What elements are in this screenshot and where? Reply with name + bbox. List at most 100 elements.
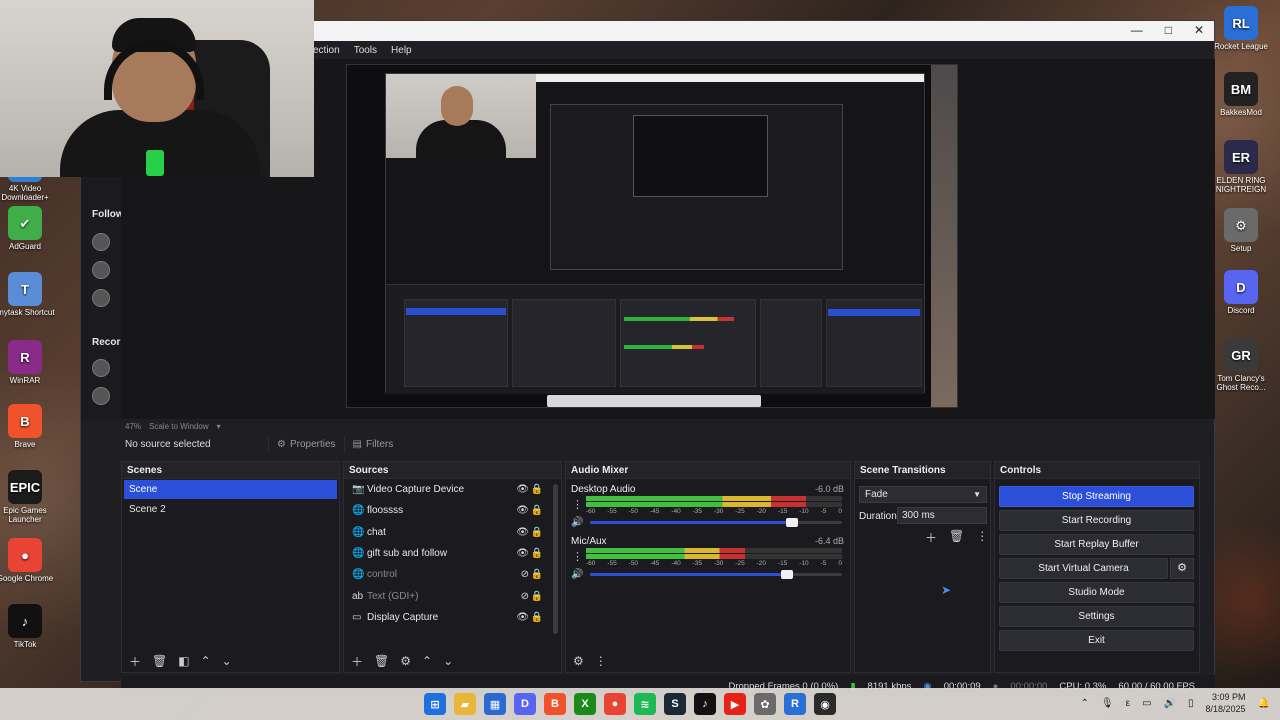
settings-button[interactable]: Settings [999,606,1194,627]
youtube-icon[interactable]: ▶ [724,693,746,715]
avatar[interactable] [92,359,110,377]
eye-icon[interactable]: 👁 [516,548,529,559]
desktop-icon[interactable]: BM BakkesMod [1210,72,1272,117]
scene-item[interactable]: Scene [124,480,337,499]
program-preview[interactable] [346,64,958,408]
volume-slider-handle[interactable] [780,570,793,579]
filters-icon[interactable]: ◧ [178,654,189,668]
lock-icon[interactable]: 🔒 [531,612,543,623]
close-button[interactable]: ✕ [1194,23,1204,37]
stop-streaming-button[interactable]: Stop Streaming [999,486,1194,507]
avatar[interactable] [92,289,110,307]
eye-icon[interactable]: 👁 [516,484,529,495]
desktop-icon[interactable]: EPIC Epic Games Launcher [0,470,56,524]
more-options-icon[interactable]: ⋮ [595,654,607,668]
source-item[interactable]: ▭ Display Capture 👁 🔒 [344,607,561,628]
steam-icon[interactable]: S [664,693,686,715]
chrome-icon[interactable]: ● [604,693,626,715]
trash-icon[interactable]: 🗑 [152,654,167,668]
menu-item-tools[interactable]: Tools [354,45,377,56]
desktop-icon[interactable]: ✔ AdGuard [0,206,56,251]
volume-slider-handle[interactable] [785,518,798,527]
calculator-icon[interactable]: ▦ [484,693,506,715]
trash-icon[interactable]: 🗑 [949,529,964,546]
eye-icon[interactable]: 👁 [516,505,529,516]
desktop-icon[interactable]: Ttinytask Shortcut [0,272,56,317]
file-explorer-icon[interactable]: ▰ [454,693,476,715]
transition-select[interactable]: Fade ▼ [859,486,987,503]
studio-mode-button[interactable]: Studio Mode [999,582,1194,603]
start-virtual-camera-button[interactable]: Start Virtual Camera [999,558,1168,579]
spotify-icon[interactable]: ≋ [634,693,656,715]
source-item[interactable]: 🌐 floossss 👁 🔒 [344,500,561,521]
lock-icon[interactable]: 🔒 [531,591,543,602]
add-icon[interactable]: ＋ [925,529,937,546]
desktop-icon[interactable]: ER ELDEN RING NIGHTREIGN [1210,140,1272,194]
move-down-icon[interactable]: ⌄ [222,654,232,668]
minimize-button[interactable]: — [1131,23,1143,37]
more-options-icon[interactable]: ⋮ [572,498,583,511]
exit-button[interactable]: Exit [999,630,1194,651]
lock-icon[interactable]: 🔒 [531,484,543,495]
duration-input[interactable]: 300 ms [897,507,987,524]
chatgpt-icon[interactable]: ✿ [754,693,776,715]
eye-hidden-icon[interactable]: ⊘ [521,569,529,580]
obs-icon[interactable]: ◉ [814,693,836,715]
advanced-audio-icon[interactable]: ⚙ [573,654,584,668]
desktop-icon[interactable]: ♪ TikTok [0,604,56,649]
start-recording-button[interactable]: Start Recording [999,510,1194,531]
menu-item-help[interactable]: Help [391,45,412,56]
brave-icon[interactable]: B [544,693,566,715]
add-icon[interactable]: ＋ [129,653,141,670]
desktop-icon[interactable]: R WinRAR [0,340,56,385]
virtual-camera-settings-button[interactable]: ⚙ [1170,558,1194,579]
properties-button[interactable]: ⚙ Properties [268,435,344,453]
input-method-icon[interactable]: ε [1126,698,1130,709]
filters-button[interactable]: ▤ Filters [343,435,402,453]
network-icon[interactable]: ▭ [1142,698,1151,709]
xbox-icon[interactable]: X [574,693,596,715]
volume-icon[interactable]: 🔊 [571,569,583,580]
avatar[interactable] [92,387,110,405]
lock-icon[interactable]: 🔒 [531,548,543,559]
start-replay-buffer-button[interactable]: Start Replay Buffer [999,534,1194,555]
volume-icon[interactable]: 🔊 [571,517,583,528]
desktop-icon[interactable]: ⚙ Setup [1210,208,1272,253]
avatar[interactable] [92,261,110,279]
discord-icon[interactable]: D [514,693,536,715]
volume-slider[interactable] [590,518,842,527]
add-icon[interactable]: ＋ [351,653,363,670]
move-down-icon[interactable]: ⌄ [443,654,453,668]
chevron-up-icon[interactable]: ⌃ [1081,698,1089,709]
desktop-icon[interactable]: ● Google Chrome [0,538,56,583]
eye-hidden-icon[interactable]: ⊘ [521,591,529,602]
menu-item-section[interactable]: ection [313,45,340,56]
avatar[interactable] [92,233,110,251]
desktop-icon[interactable]: RL Rocket League [1210,6,1272,51]
lock-icon[interactable]: 🔒 [531,569,543,580]
microphone-icon[interactable]: 🎙 [1101,698,1114,709]
battery-icon[interactable]: ▯ [1188,698,1194,709]
source-item[interactable]: ab Text (GDI+) ⊘ 🔒 [344,585,561,606]
windows-start-icon[interactable]: ⊞ [424,693,446,715]
lock-icon[interactable]: 🔒 [531,505,543,516]
sources-scrollbar[interactable] [553,484,558,634]
volume-icon[interactable]: 🔊 [1164,698,1176,709]
desktop-icon[interactable]: D Discord [1210,270,1272,315]
desktop-icon[interactable]: B Brave [0,404,56,449]
move-up-icon[interactable]: ⌃ [201,654,211,668]
volume-slider[interactable] [590,570,842,579]
eye-icon[interactable]: 👁 [516,527,529,538]
gear-icon[interactable]: ⚙ [400,654,411,668]
rocket-league-icon[interactable]: R [784,693,806,715]
tiktok-icon[interactable]: ♪ [694,693,716,715]
maximize-button[interactable]: □ [1165,23,1172,37]
move-up-icon[interactable]: ⌃ [422,654,432,668]
eye-icon[interactable]: 👁 [516,612,529,623]
desktop-icon[interactable]: GR Tom Clancy's Ghost Reco... [1210,338,1272,392]
notification-icon[interactable]: 🔔 [1258,698,1270,709]
clock[interactable]: 3:09 PM 8/18/2025 [1206,691,1246,715]
source-item[interactable]: 📷 Video Capture Device 👁 🔒 [344,479,561,500]
scene-item[interactable]: Scene 2 [124,500,337,519]
source-item[interactable]: 🌐 gift sub and follow 👁 🔒 [344,543,561,564]
